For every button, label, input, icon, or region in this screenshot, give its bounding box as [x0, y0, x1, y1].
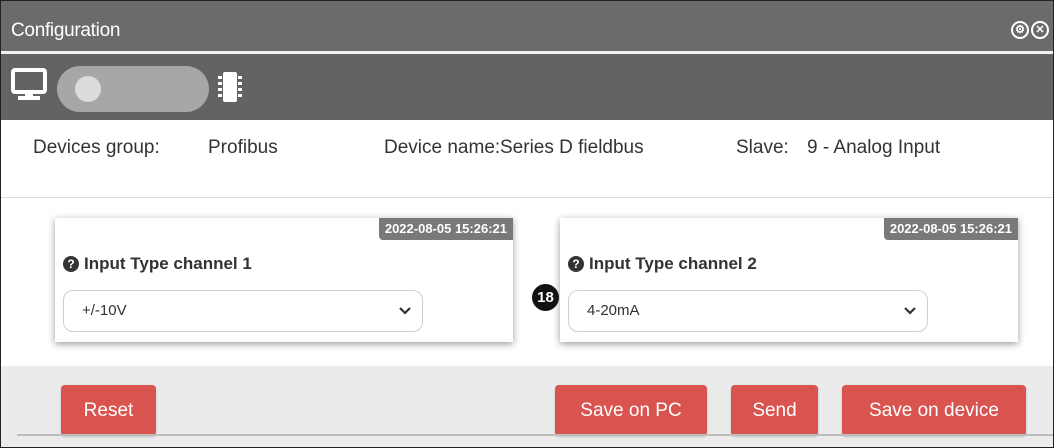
save-on-device-button[interactable]: Save on device	[842, 385, 1026, 436]
reset-button[interactable]: Reset	[61, 385, 156, 436]
card-title: ? Input Type channel 2	[568, 254, 757, 274]
mode-toolbar	[1, 54, 1053, 120]
timestamp-badge: 2022-08-05 15:26:21	[378, 218, 513, 240]
input-type-select-1[interactable]: +/-10V	[63, 290, 423, 332]
settings-circle-icon[interactable]: ⚙	[1011, 21, 1029, 39]
channel-card-2: 2022-08-05 15:26:21 ? Input Type channel…	[560, 218, 1018, 342]
device-info-row: Devices group: Profibus Device name: Ser…	[1, 121, 1053, 198]
device-name-label: Device name:	[384, 137, 501, 158]
select-value: 4-20mA	[587, 302, 640, 319]
footer-divider	[17, 434, 1053, 436]
question-circle-icon[interactable]: ?	[568, 256, 584, 272]
window-controls: ⚙ ✕	[1011, 21, 1049, 39]
configuration-window: Configuration ⚙ ✕ Devices group: Profibu…	[0, 0, 1054, 448]
monitor-icon[interactable]	[11, 68, 47, 107]
card-title-text: Input Type channel 1	[84, 254, 252, 273]
slave-value: 9 - Analog Input	[807, 137, 941, 158]
timestamp-badge: 2022-08-05 15:26:21	[883, 218, 1018, 240]
card-title-text: Input Type channel 2	[589, 254, 757, 273]
save-on-pc-button[interactable]: Save on PC	[555, 385, 707, 436]
question-circle-icon[interactable]: ?	[63, 256, 79, 272]
mode-toggle-switch[interactable]	[57, 66, 209, 112]
card-title: ? Input Type channel 1	[63, 254, 252, 274]
slave-label: Slave:	[736, 137, 789, 158]
send-button[interactable]: Send	[731, 385, 818, 436]
chip-icon[interactable]	[217, 70, 243, 109]
select-value: +/-10V	[82, 302, 127, 319]
chevron-down-icon	[398, 304, 412, 322]
devices-group-value: Profibus	[208, 137, 278, 158]
chevron-down-icon	[903, 304, 917, 322]
window-title: Configuration	[11, 20, 121, 41]
device-name-value: Series D fieldbus	[500, 137, 644, 158]
input-type-select-2[interactable]: 4-20mA	[568, 290, 928, 332]
toggle-knob	[75, 76, 101, 102]
channel-card-1: 2022-08-05 15:26:21 ? Input Type channel…	[55, 218, 513, 342]
step-number-badge: 18	[532, 284, 559, 311]
devices-group-label: Devices group:	[33, 137, 160, 158]
title-bar: Configuration ⚙ ✕	[1, 1, 1053, 51]
close-circle-icon[interactable]: ✕	[1031, 21, 1049, 39]
footer-bar: Reset Save on PC Send Save on device	[1, 366, 1053, 447]
